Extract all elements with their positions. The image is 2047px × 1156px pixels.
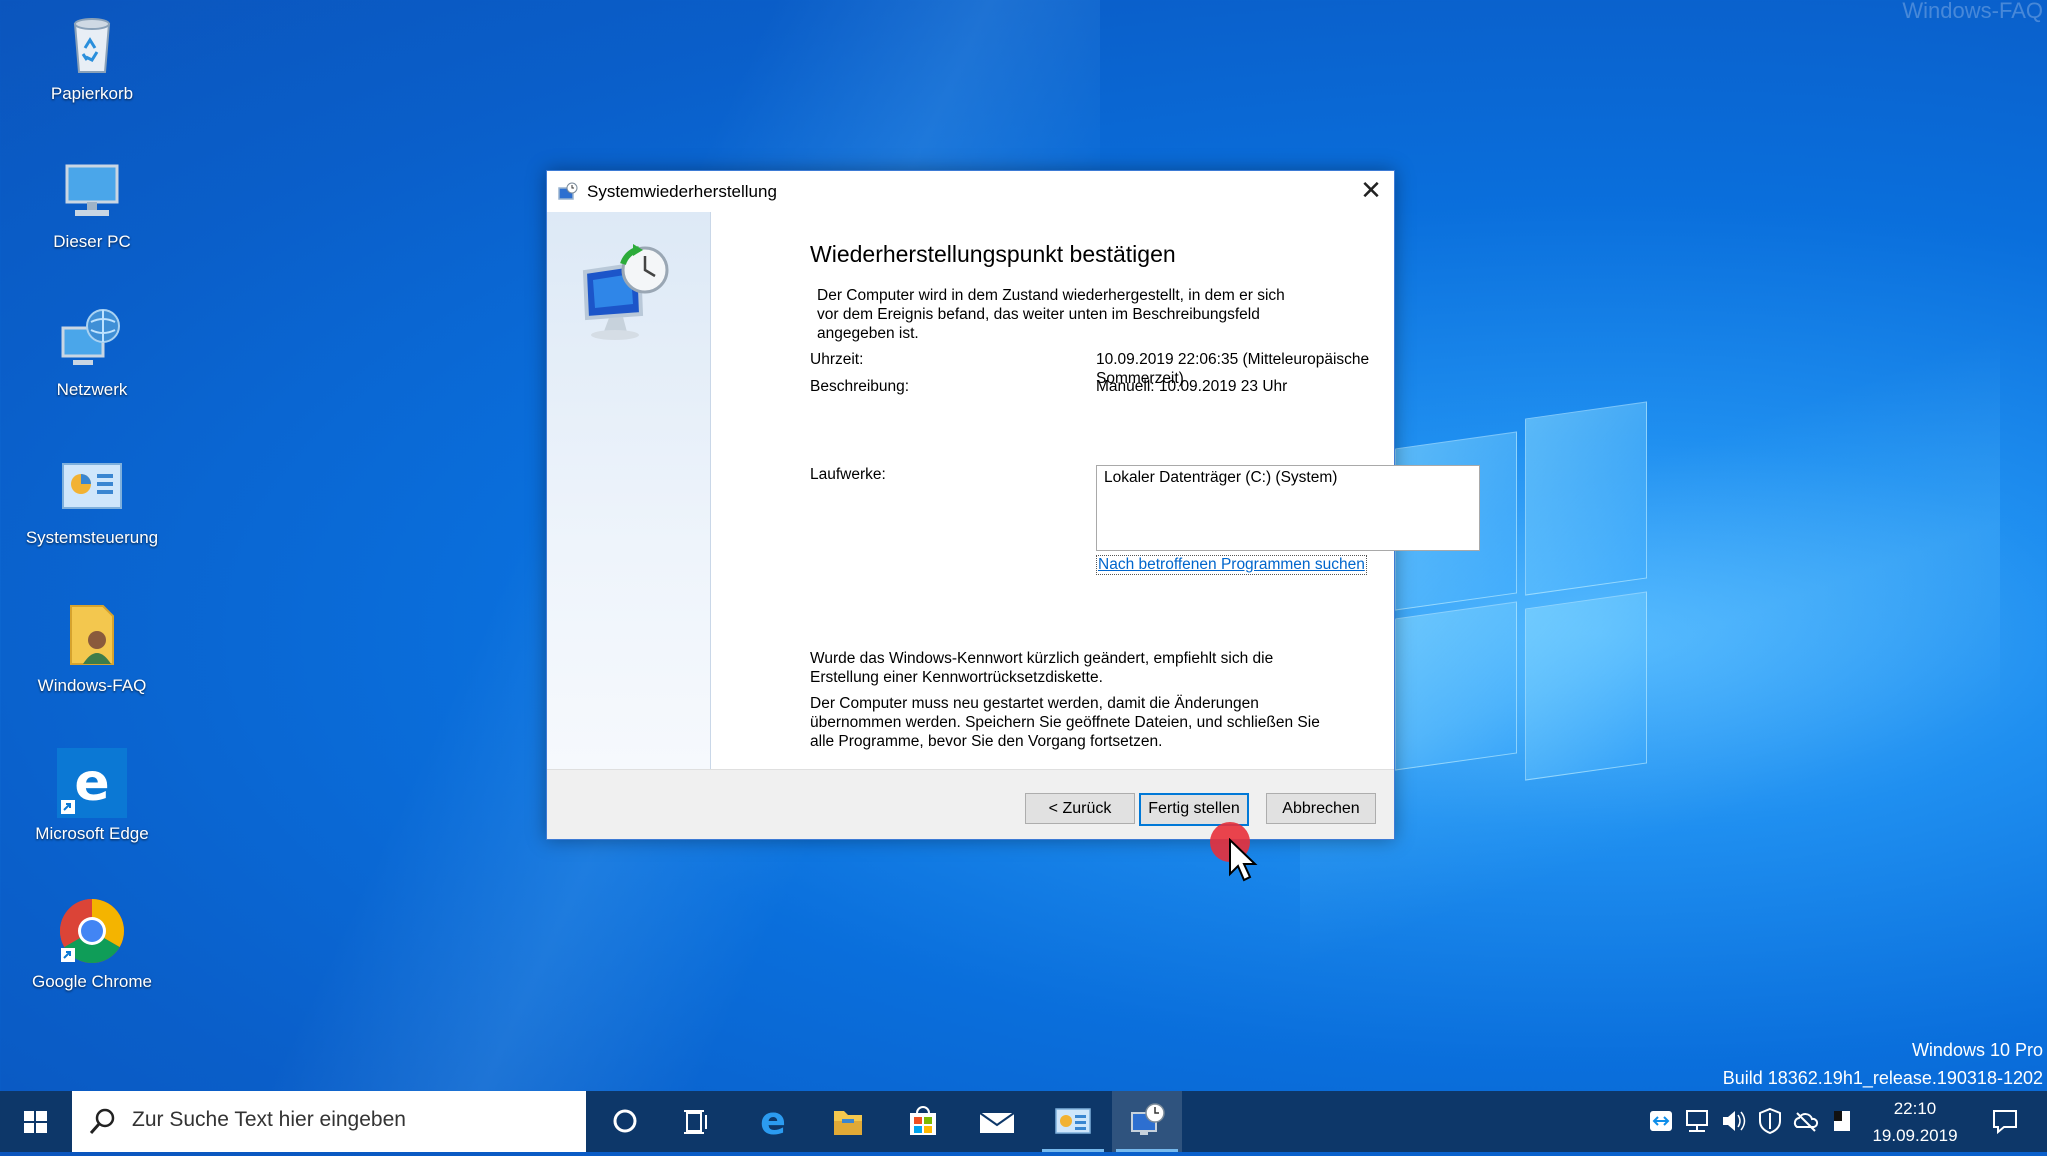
- shield-icon: [1759, 1107, 1781, 1135]
- os-edition: Windows 10 Pro: [1911, 1040, 2043, 1060]
- build-info: Windows 10 Pro Build 18362.19h1_release.…: [1723, 1036, 2043, 1092]
- drives-list[interactable]: Lokaler Datenträger (C:) (System): [1096, 465, 1480, 551]
- desktop-icon-network[interactable]: Netzwerk: [12, 304, 172, 400]
- taskbar-system-restore[interactable]: [1112, 1091, 1182, 1152]
- taskbar-store[interactable]: [888, 1091, 958, 1152]
- user-folder-icon: [57, 600, 127, 670]
- cloud-off-icon: [1793, 1112, 1819, 1132]
- time-label: Uhrzeit:: [810, 351, 864, 368]
- title-bar[interactable]: Systemwiederherstellung ✕: [547, 171, 1394, 212]
- clock-time: 22:10: [1893, 1099, 1937, 1118]
- close-button[interactable]: ✕: [1348, 171, 1394, 212]
- drives-label: Laufwerke:: [810, 466, 886, 483]
- action-center-button[interactable]: [1980, 1091, 2030, 1152]
- restore-clock-computer-icon: [579, 242, 679, 342]
- desktop-icon-windows-faq[interactable]: Windows-FAQ: [12, 600, 172, 696]
- scan-affected-programs-link[interactable]: Nach betroffenen Programmen suchen: [1096, 555, 1367, 575]
- taskbar-search-box[interactable]: Zur Suche Text hier eingeben: [72, 1091, 586, 1152]
- security-tray[interactable]: [1755, 1091, 1785, 1152]
- notification-icon: [1993, 1110, 2017, 1135]
- desktop-icon-recycle-bin[interactable]: Papierkorb: [12, 8, 172, 104]
- desktop-icon-label: Netzwerk: [56, 380, 128, 399]
- search-icon: [89, 1108, 115, 1134]
- taskbar-control-panel[interactable]: [1038, 1091, 1108, 1152]
- taskbar-edge[interactable]: e: [738, 1091, 808, 1152]
- volume-tray[interactable]: [1719, 1091, 1749, 1152]
- taskbar-clock[interactable]: 22:10 19.09.2019: [1860, 1095, 1970, 1149]
- restart-note: Der Computer muss neu gestartet werden, …: [810, 694, 1320, 751]
- app-tray-icon: [1834, 1111, 1850, 1131]
- folder-icon: [834, 1111, 862, 1135]
- network-tray[interactable]: [1683, 1091, 1713, 1152]
- start-button[interactable]: [0, 1091, 72, 1152]
- note-line: alle Programme, bevor Sie den Vorgang fo…: [810, 733, 1163, 750]
- intro-text: Der Computer wird in dem Zustand wiederh…: [817, 286, 1285, 343]
- build-number: Build 18362.19h1_release.190318-1202: [1722, 1068, 2043, 1088]
- description-value: Manuell: 10.09.2019 23 Uhr: [1096, 378, 1288, 395]
- desktop-icon-label: Google Chrome: [31, 972, 152, 991]
- svg-text:e: e: [74, 753, 109, 813]
- system-restore-icon: [1131, 1103, 1165, 1135]
- clock-date: 19.09.2019: [1872, 1126, 1958, 1145]
- desktop-icon-label: Microsoft Edge: [35, 824, 149, 843]
- teamviewer-tray[interactable]: [1646, 1091, 1676, 1152]
- wizard-side-panel: [547, 212, 711, 769]
- desktop-icon-label: Dieser PC: [53, 232, 131, 251]
- computer-icon: [57, 156, 127, 226]
- system-restore-dialog: Systemwiederherstellung ✕ Wiederherstell…: [546, 170, 1480, 840]
- close-icon: ✕: [1360, 175, 1382, 205]
- desktop-icon-label: Windows-FAQ: [37, 676, 147, 695]
- taskbar: Zur Suche Text hier eingeben e 22:10 19.…: [0, 1091, 2047, 1152]
- teamviewer-icon: [1650, 1111, 1672, 1131]
- note-line: Erstellung einer Kennwortrücksetzdiskett…: [810, 669, 1103, 686]
- app-tray[interactable]: [1827, 1091, 1857, 1152]
- control-panel-icon: [57, 452, 127, 522]
- intro-line: vor dem Ereignis befand, das weiter unte…: [817, 306, 1260, 323]
- taskbar-mail[interactable]: [962, 1091, 1032, 1152]
- desktop-icon-label: Systemsteuerung: [25, 528, 159, 547]
- desktop-icon-control-panel[interactable]: Systemsteuerung: [12, 452, 172, 548]
- network-icon: [1686, 1110, 1708, 1132]
- finish-button[interactable]: Fertig stellen: [1139, 793, 1249, 826]
- desktop-icon-this-pc[interactable]: Dieser PC: [12, 156, 172, 252]
- onedrive-tray[interactable]: [1791, 1091, 1821, 1152]
- note-line: Wurde das Windows-Kennwort kürzlich geän…: [810, 650, 1274, 667]
- mail-icon: [979, 1112, 1015, 1133]
- cortana-icon: [613, 1109, 637, 1133]
- chrome-icon: [57, 896, 127, 966]
- note-line: Der Computer muss neu gestartet werden, …: [810, 695, 1259, 712]
- system-restore-icon: [557, 181, 579, 203]
- taskbar-file-explorer[interactable]: [812, 1091, 882, 1152]
- dialog-title: Systemwiederherstellung: [587, 182, 777, 201]
- svg-text:e: e: [760, 1099, 786, 1143]
- page-title: Wiederherstellungspunkt bestätigen: [810, 241, 1176, 267]
- password-note: Wurde das Windows-Kennwort kürzlich geän…: [810, 649, 1273, 687]
- drive-item[interactable]: Lokaler Datenträger (C:) (System): [1104, 469, 1337, 487]
- desktop-icon-chrome[interactable]: Google Chrome: [12, 896, 172, 992]
- wizard-footer: < Zurück Fertig stellen Abbrechen: [547, 769, 1394, 839]
- task-view-button[interactable]: [662, 1091, 732, 1152]
- control-panel-icon: [1055, 1108, 1091, 1134]
- task-view-icon: [684, 1110, 707, 1134]
- intro-line: angegeben ist.: [817, 325, 919, 342]
- back-button[interactable]: < Zurück: [1025, 793, 1135, 824]
- mouse-cursor-icon: [1228, 837, 1258, 884]
- note-line: übernommen werden. Speichern Sie geöffne…: [810, 714, 1320, 731]
- edge-icon: e: [57, 748, 127, 818]
- windows-start-icon: [24, 1111, 47, 1133]
- cancel-button[interactable]: Abbrechen: [1266, 793, 1376, 824]
- wizard-content: Wiederherstellungspunkt bestätigen Der C…: [710, 212, 1480, 769]
- recycle-bin-icon: [57, 8, 127, 78]
- desktop-icon-edge[interactable]: e Microsoft Edge: [12, 748, 172, 844]
- cortana-button[interactable]: [590, 1091, 660, 1152]
- store-icon: [910, 1106, 936, 1135]
- edge-icon: e: [760, 1099, 786, 1143]
- search-placeholder: Zur Suche Text hier eingeben: [132, 1108, 406, 1131]
- desktop-icon-label: Papierkorb: [50, 84, 134, 103]
- description-label: Beschreibung:: [810, 378, 910, 395]
- network-icon: [57, 304, 127, 374]
- speaker-icon: [1723, 1111, 1746, 1131]
- watermark: Windows-FAQ: [1902, 0, 2043, 23]
- intro-line: Der Computer wird in dem Zustand wiederh…: [817, 287, 1285, 304]
